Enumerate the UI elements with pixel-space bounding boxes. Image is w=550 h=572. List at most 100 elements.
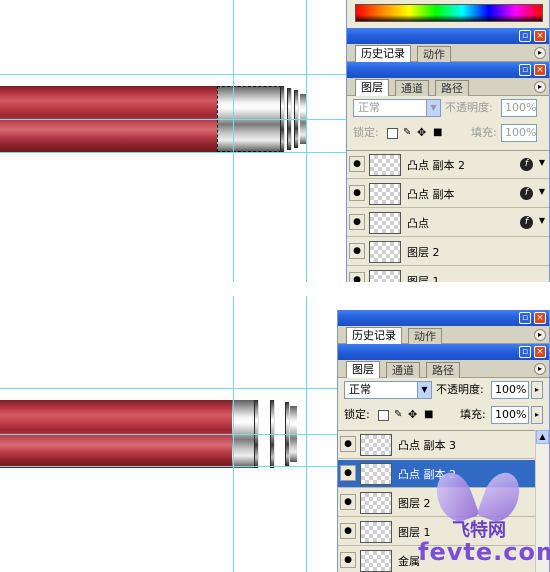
eye-icon[interactable]: ● xyxy=(340,494,356,510)
blend-mode-select[interactable]: 正常 ▼ xyxy=(353,99,441,117)
guide-horizontal[interactable] xyxy=(0,466,337,467)
tab-actions[interactable]: 动作 xyxy=(417,46,451,62)
layer-row[interactable]: ● 凸点 f ▼ xyxy=(347,209,549,237)
layer-name: 凸点 xyxy=(407,217,429,230)
minimize-icon[interactable]: ▫ xyxy=(519,346,531,358)
tab-history[interactable]: 历史记录 xyxy=(355,45,411,62)
tab-channels[interactable]: 通道 xyxy=(395,80,429,96)
guide-horizontal[interactable] xyxy=(0,388,337,389)
chevron-down-icon[interactable]: ▼ xyxy=(539,158,545,167)
eye-icon[interactable]: ● xyxy=(340,523,356,539)
brush-icon[interactable]: ✎ xyxy=(403,124,411,142)
close-icon[interactable]: × xyxy=(534,30,546,42)
layer-row[interactable]: ● 凸点 副本 f ▼ xyxy=(347,180,549,208)
lock-label: 锁定: xyxy=(353,126,379,139)
opacity-stepper[interactable]: ▸ xyxy=(531,381,543,399)
fill-field[interactable]: 100% xyxy=(501,124,537,142)
minimize-icon[interactable]: ▫ xyxy=(519,64,531,76)
bottom-canvas[interactable] xyxy=(0,296,337,572)
color-spectrum-bar[interactable] xyxy=(355,4,543,22)
panel-menu-icon[interactable]: ▸ xyxy=(534,81,546,93)
fx-icon[interactable]: f xyxy=(520,158,533,171)
eye-icon[interactable]: ● xyxy=(349,243,365,259)
tab-history[interactable]: 历史记录 xyxy=(346,327,402,344)
lock-row: 锁定: ✎ ✥ ■ 填充: 100% xyxy=(347,122,549,146)
layer-thumbnail xyxy=(360,550,392,572)
move-icon[interactable]: ✥ xyxy=(417,124,426,142)
layer-row-selected[interactable]: ● 凸点 副本 2 xyxy=(338,460,535,488)
eye-icon[interactable]: ● xyxy=(340,552,356,568)
lock-all-icon[interactable]: ■ xyxy=(424,406,433,424)
layer-row[interactable]: ● 凸点 副本 3 xyxy=(338,431,535,459)
blend-mode-value: 正常 xyxy=(358,101,380,114)
fill-label: 填充: xyxy=(460,408,486,421)
eye-icon[interactable]: ● xyxy=(349,272,365,282)
layer-thumbnail xyxy=(369,241,401,263)
fill-field[interactable]: 100% xyxy=(491,406,529,424)
layer-name: 图层 2 xyxy=(407,246,440,259)
fx-icon[interactable]: f xyxy=(520,216,533,229)
history-panel-titlebar[interactable]: ▫ × xyxy=(338,310,549,326)
lock-transparency-icon[interactable] xyxy=(387,128,398,139)
guide-vertical[interactable] xyxy=(306,0,307,282)
fill-stepper[interactable]: ▸ xyxy=(531,406,543,424)
opacity-label: 不透明度: xyxy=(436,383,484,396)
eye-icon[interactable]: ● xyxy=(340,436,356,452)
panel-menu-icon[interactable]: ▸ xyxy=(534,329,546,341)
layer-row[interactable]: ● 图层 2 xyxy=(338,489,535,517)
tab-paths[interactable]: 路径 xyxy=(426,362,460,378)
layers-tabs: 图层 通道 路径 ▸ xyxy=(347,78,549,96)
layers-panel-titlebar[interactable]: ▫ × xyxy=(347,62,549,78)
minimize-icon[interactable]: ▫ xyxy=(519,312,531,324)
layer-row[interactable]: ● 凸点 副本 2 f ▼ xyxy=(347,151,549,179)
move-icon[interactable]: ✥ xyxy=(408,406,417,424)
layer-row[interactable]: ● 金属 xyxy=(338,547,535,572)
blend-mode-value: 正常 xyxy=(349,383,371,396)
layer-row[interactable]: ● 图层 1 xyxy=(347,267,549,282)
eye-icon[interactable]: ● xyxy=(349,156,365,172)
eye-icon[interactable]: ● xyxy=(349,185,365,201)
guide-horizontal[interactable] xyxy=(0,152,346,153)
tab-layers[interactable]: 图层 xyxy=(355,79,389,96)
layer-thumbnail xyxy=(360,434,392,456)
guide-horizontal[interactable] xyxy=(0,74,346,75)
layer-list-scrollbar[interactable]: ▲ xyxy=(535,430,549,572)
layer-thumbnail xyxy=(360,492,392,514)
chevron-down-icon[interactable]: ▼ xyxy=(539,187,545,196)
panel-menu-icon[interactable]: ▸ xyxy=(534,363,546,375)
close-icon[interactable]: × xyxy=(534,64,546,76)
top-layers-palette: ▫ × 历史记录 动作 ▸ ▫ × 图层 通道 路径 ▸ 正常 ▼ 不透明度: … xyxy=(346,0,550,282)
eye-icon[interactable]: ● xyxy=(340,465,356,481)
scroll-up-icon[interactable]: ▲ xyxy=(536,430,549,444)
guide-horizontal[interactable] xyxy=(0,434,337,435)
layers-panel-titlebar[interactable]: ▫ × xyxy=(338,344,549,360)
guide-vertical[interactable] xyxy=(233,0,234,282)
layer-thumbnail xyxy=(369,212,401,234)
color-picker-strip xyxy=(347,0,549,28)
close-icon[interactable]: × xyxy=(534,312,546,324)
lock-all-icon[interactable]: ■ xyxy=(433,124,442,142)
lock-transparency-icon[interactable] xyxy=(378,410,389,421)
eye-icon[interactable]: ● xyxy=(349,214,365,230)
blend-mode-select[interactable]: 正常 ▼ xyxy=(344,381,432,399)
opacity-field[interactable]: 100% xyxy=(501,99,537,117)
top-canvas[interactable] xyxy=(0,0,346,282)
tab-paths[interactable]: 路径 xyxy=(435,80,469,96)
tab-actions[interactable]: 动作 xyxy=(408,328,442,344)
fx-icon[interactable]: f xyxy=(520,187,533,200)
layer-row[interactable]: ● 图层 1 xyxy=(338,518,535,546)
minimize-icon[interactable]: ▫ xyxy=(519,30,531,42)
tab-layers[interactable]: 图层 xyxy=(346,361,380,378)
chevron-down-icon[interactable]: ▼ xyxy=(539,216,545,225)
close-icon[interactable]: × xyxy=(534,346,546,358)
history-panel-titlebar[interactable]: ▫ × xyxy=(347,28,549,44)
layers-tabs: 图层 通道 路径 ▸ xyxy=(338,360,549,378)
chevron-down-icon: ▼ xyxy=(426,100,440,116)
layer-name: 凸点 副本 2 xyxy=(398,468,456,481)
brush-icon[interactable]: ✎ xyxy=(394,406,402,424)
layer-row[interactable]: ● 图层 2 xyxy=(347,238,549,266)
tab-channels[interactable]: 通道 xyxy=(386,362,420,378)
guide-horizontal[interactable] xyxy=(0,119,346,120)
opacity-field[interactable]: 100% xyxy=(491,381,529,399)
panel-menu-icon[interactable]: ▸ xyxy=(534,47,546,59)
